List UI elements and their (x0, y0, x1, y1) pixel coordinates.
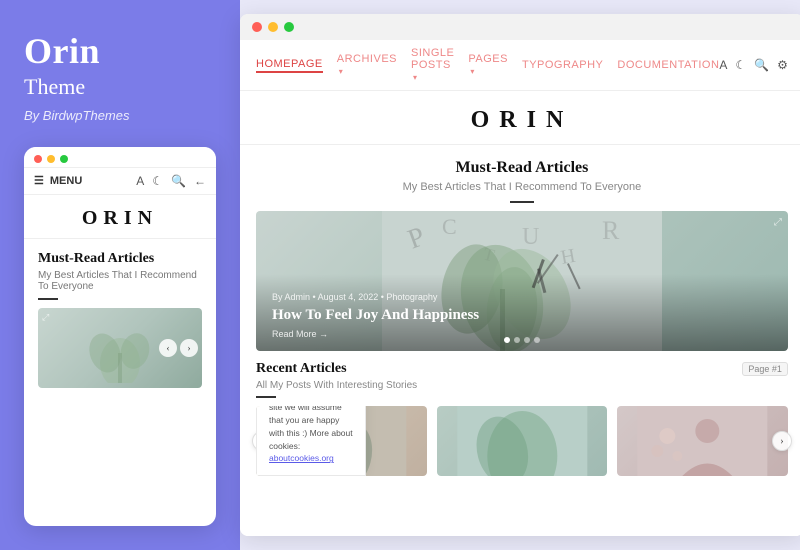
mobile-nav-right-icons: A ☾ 🔍 ← (136, 174, 206, 188)
recent-section-title: Recent Articles (256, 361, 347, 377)
hero-dot-2[interactable] (514, 337, 520, 343)
app-subtitle: Theme (24, 74, 216, 100)
mobile-dot-green (60, 155, 68, 163)
mobile-back-icon[interactable]: ← (194, 174, 206, 188)
hero-expand-icon[interactable]: ⤢ (774, 217, 782, 228)
browser-dot-yellow (268, 22, 278, 32)
article-card-3 (617, 406, 788, 476)
cookies-notice: Cookies Notice Our website uses cookies.… (256, 406, 366, 476)
mobile-site-logo: ORIN (24, 207, 216, 230)
mobile-nav-bar: ☰ MENU A ☾ 🔍 ← (24, 167, 216, 195)
recent-page-badge: Page #1 (742, 362, 788, 376)
hero-section-sub: My Best Articles That I Recommend To Eve… (240, 181, 800, 193)
hero-slider-dots (504, 337, 540, 343)
mobile-section-sub: My Best Articles That I Recommend To Eve… (38, 270, 202, 292)
hero-dot-4[interactable] (534, 337, 540, 343)
nav-single-posts-label: SINGLE POSTS (411, 47, 454, 71)
cookies-text: Our website uses cookies. If you continu… (269, 406, 353, 465)
mobile-hero-image: ⤢ ‹ › (38, 308, 202, 388)
hero-dot-1[interactable] (504, 337, 510, 343)
dark-mode-icon[interactable]: ☾ (152, 174, 163, 188)
site-logo: ORIN (240, 107, 800, 134)
single-posts-arrow-icon: ▾ (413, 73, 418, 82)
cookies-link[interactable]: aboutcookies.org (269, 453, 334, 463)
mobile-image-nav: ‹ › (159, 339, 198, 357)
article-card-1: Cookies Notice Our website uses cookies.… (256, 406, 427, 476)
mobile-preview-card: ☰ MENU A ☾ 🔍 ← ORIN Must-Read Articles M… (24, 147, 216, 526)
browser-site-nav: HOMEPAGE ARCHIVES ▾ SINGLE POSTS ▾ PAGES… (240, 40, 800, 91)
recent-header: Recent Articles Page #1 (256, 361, 788, 377)
browser-dark-icon[interactable]: ☾ (735, 58, 746, 72)
browser-settings-icon[interactable]: ⚙ (777, 58, 788, 72)
mobile-menu-button[interactable]: ☰ MENU (34, 174, 82, 187)
browser-site-content: ORIN Must-Read Articles My Best Articles… (240, 91, 800, 536)
recent-section-divider (256, 396, 276, 398)
mobile-menu-label: MENU (50, 175, 82, 187)
browser-window: HOMEPAGE ARCHIVES ▾ SINGLE POSTS ▾ PAGES… (240, 14, 800, 536)
recent-articles-section: Recent Articles Page #1 All My Posts Wit… (240, 351, 800, 476)
cookies-body-text: Our website uses cookies. If you continu… (269, 406, 353, 451)
app-name: Orin (24, 32, 216, 72)
mobile-dot-red (34, 155, 42, 163)
mobile-search-icon[interactable]: 🔍 (171, 174, 186, 188)
archives-arrow-icon: ▾ (339, 67, 344, 76)
mobile-section-title: Must-Read Articles (38, 251, 202, 267)
left-panel: Orin Theme By BirdwpThemes ☰ MENU A ☾ 🔍 … (0, 0, 240, 550)
recent-section-sub: All My Posts With Interesting Stories (256, 380, 788, 391)
hero-section: Must-Read Articles My Best Articles That… (240, 145, 800, 211)
hero-featured-image: P C T U H R (256, 211, 788, 351)
browser-dot-green (284, 22, 294, 32)
articles-nav-area: Cookies Notice Our website uses cookies.… (256, 406, 788, 476)
font-size-icon[interactable]: A (136, 174, 144, 188)
hero-post-meta: By Admin • August 4, 2022 • Photography (272, 292, 772, 302)
browser-search-icon[interactable]: 🔍 (754, 58, 769, 72)
site-logo-area: ORIN (240, 91, 800, 145)
hero-dot-3[interactable] (524, 337, 530, 343)
nav-archives[interactable]: ARCHIVES ▾ (337, 53, 397, 77)
hero-section-divider (510, 201, 534, 203)
nav-homepage[interactable]: HOMEPAGE (256, 58, 323, 73)
nav-documentation[interactable]: DOCUMENTATION (617, 59, 719, 71)
mobile-logo-area: ORIN (24, 195, 216, 239)
hamburger-icon: ☰ (34, 174, 44, 187)
nav-pages-label: PAGES (468, 53, 508, 65)
nav-typography[interactable]: TYPOGRAPHY (522, 59, 603, 71)
hero-section-title: Must-Read Articles (240, 159, 800, 177)
app-byline: By BirdwpThemes (24, 108, 216, 123)
right-panel: HOMEPAGE ARCHIVES ▾ SINGLE POSTS ▾ PAGES… (240, 0, 800, 550)
mobile-prev-button[interactable]: ‹ (159, 339, 177, 357)
hero-post-title[interactable]: How To Feel Joy And Happiness (272, 306, 772, 326)
nav-archives-label: ARCHIVES (337, 53, 397, 65)
mobile-next-button[interactable]: › (180, 339, 198, 357)
nav-links: HOMEPAGE ARCHIVES ▾ SINGLE POSTS ▾ PAGES… (256, 47, 719, 83)
article-card-2 (437, 406, 608, 476)
browser-dot-red (252, 22, 262, 32)
article-card-2-image (437, 406, 608, 476)
mobile-dot-yellow (47, 155, 55, 163)
article-card-3-image (617, 406, 788, 476)
recent-articles-grid: Cookies Notice Our website uses cookies.… (256, 406, 788, 476)
mobile-content-area: Must-Read Articles My Best Articles That… (24, 239, 216, 388)
browser-topbar (240, 14, 800, 40)
mobile-divider (38, 298, 58, 300)
mobile-topbar (24, 147, 216, 167)
nav-pages[interactable]: PAGES ▾ (468, 53, 508, 77)
mobile-expand-icon[interactable]: ⤢ (42, 312, 49, 323)
hero-image-overlay: By Admin • August 4, 2022 • Photography … (256, 211, 788, 351)
articles-next-button[interactable]: › (772, 431, 792, 451)
nav-single-posts[interactable]: SINGLE POSTS ▾ (411, 47, 454, 83)
pages-arrow-icon: ▾ (470, 67, 475, 76)
browser-nav-right-icons: A ☾ 🔍 ⚙ (719, 58, 788, 72)
browser-font-icon[interactable]: A (719, 58, 727, 72)
